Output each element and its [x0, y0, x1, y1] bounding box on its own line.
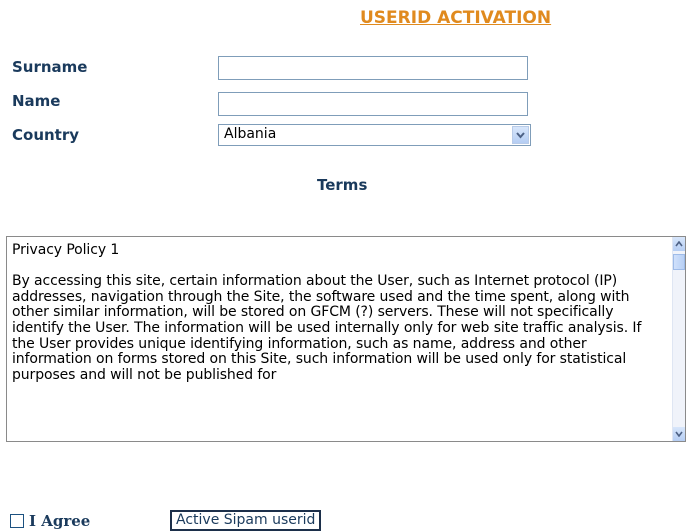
name-label: Name	[12, 92, 61, 110]
scrollbar-thumb[interactable]	[673, 254, 685, 270]
chevron-down-icon[interactable]	[512, 126, 529, 144]
page-title: USERID ACTIVATION	[360, 8, 552, 28]
surname-label: Surname	[12, 58, 88, 76]
country-select[interactable]: Albania	[218, 124, 531, 146]
country-label: Country	[12, 126, 80, 144]
terms-heading: Terms	[317, 176, 368, 194]
agree-checkbox-group[interactable]: I Agree	[10, 512, 90, 530]
name-input[interactable]	[218, 92, 528, 116]
surname-input[interactable]	[218, 56, 528, 80]
country-selected-value: Albania	[224, 126, 277, 142]
vertical-scrollbar[interactable]	[672, 237, 685, 441]
agree-label: I Agree	[29, 512, 91, 530]
arrow-up-icon[interactable]	[673, 237, 685, 251]
terms-textarea[interactable]: Privacy Policy 1 By accessing this site,…	[6, 236, 686, 442]
terms-text: Privacy Policy 1 By accessing this site,…	[12, 242, 642, 383]
activate-userid-button[interactable]: Active Sipam userid	[170, 510, 322, 531]
arrow-down-icon[interactable]	[673, 427, 685, 441]
agree-checkbox[interactable]	[10, 514, 24, 528]
